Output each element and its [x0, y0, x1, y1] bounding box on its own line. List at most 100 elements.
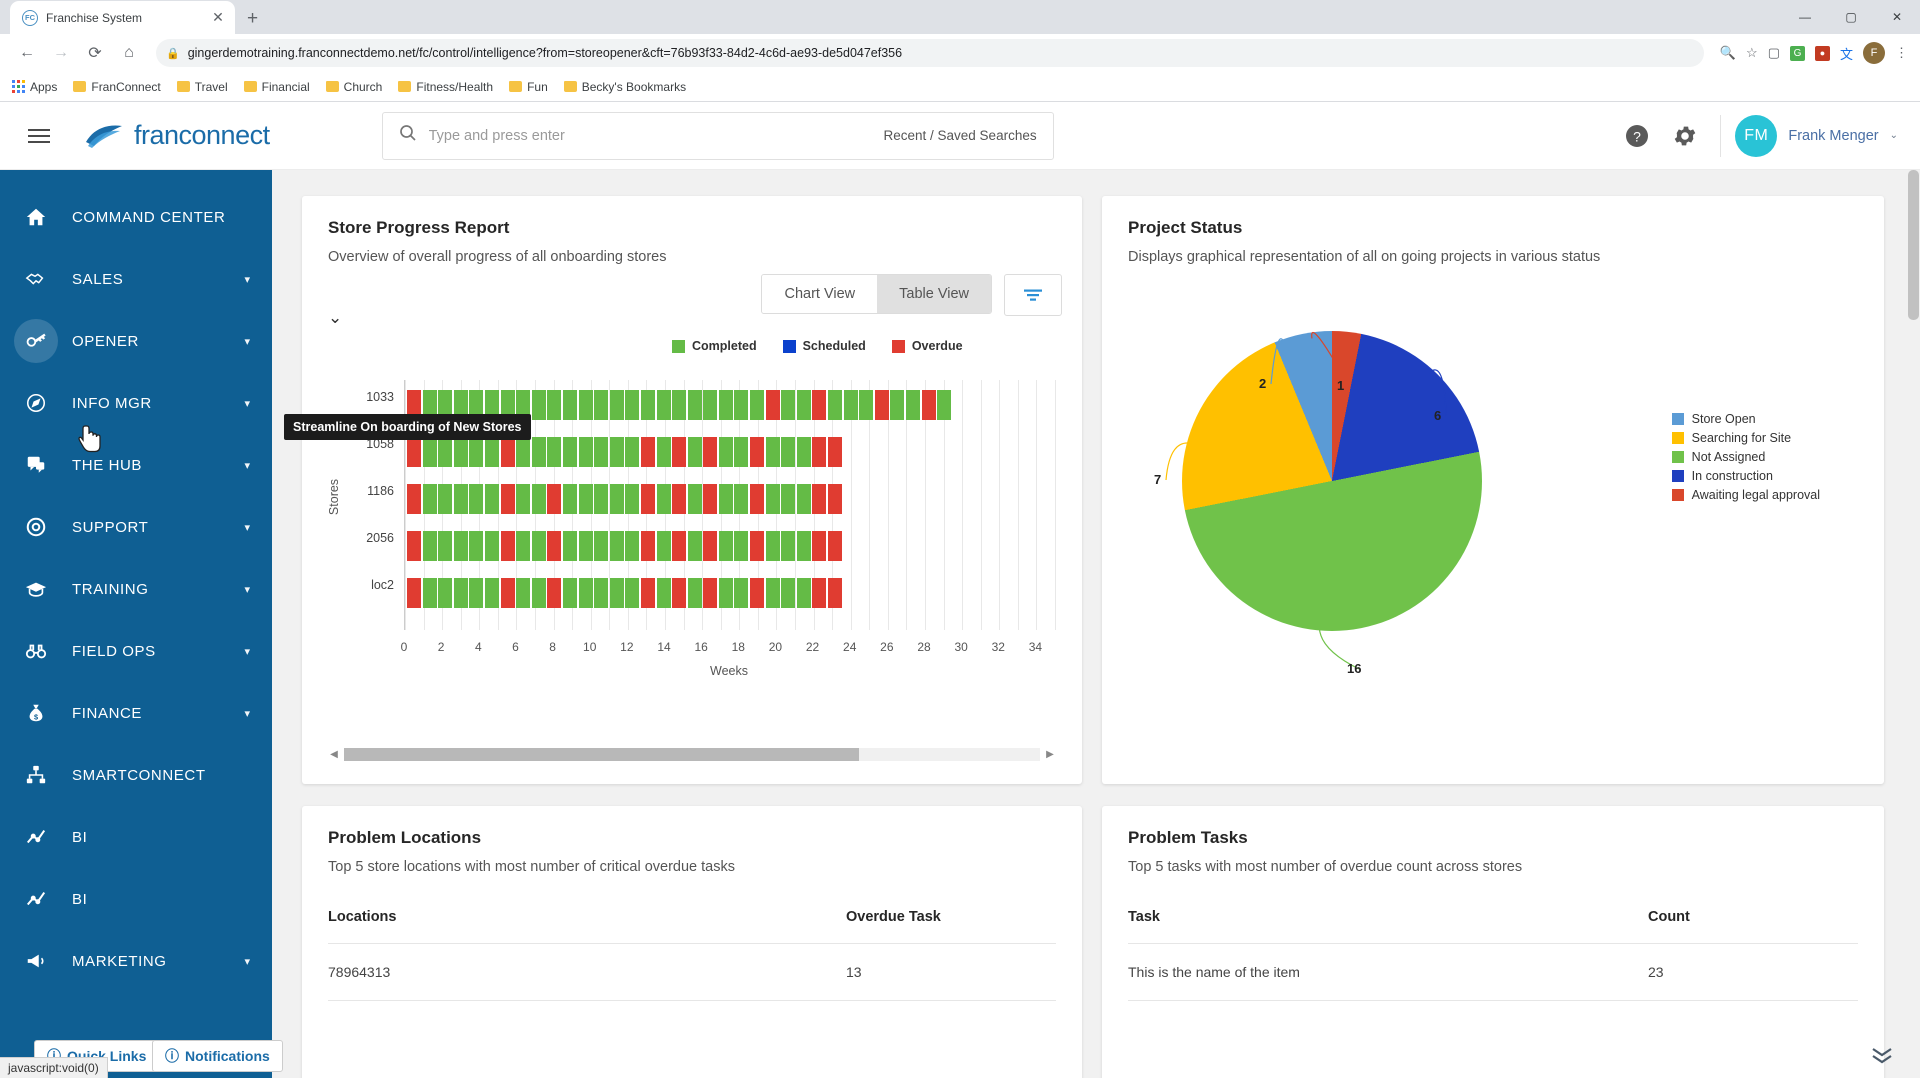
gantt-cell-completed[interactable]: [547, 437, 561, 467]
gantt-cell-completed[interactable]: [532, 531, 546, 561]
gantt-cell-overdue[interactable]: [672, 531, 686, 561]
scrollbar-thumb[interactable]: [344, 748, 859, 761]
gantt-cell-completed[interactable]: [719, 390, 733, 420]
sidebar-item-info-mgr[interactable]: INFO MGR▾: [0, 372, 272, 434]
gantt-cell-overdue[interactable]: [672, 484, 686, 514]
sidebar-item-field-ops[interactable]: FIELD OPS▾: [0, 620, 272, 682]
legend-item-completed[interactable]: Completed: [672, 339, 757, 353]
gantt-cell-completed[interactable]: [890, 390, 904, 420]
gantt-cell-completed[interactable]: [781, 484, 795, 514]
gantt-cell-completed[interactable]: [594, 578, 608, 608]
gantt-cell-overdue[interactable]: [703, 531, 717, 561]
zoom-icon[interactable]: 🔍: [1720, 45, 1736, 61]
chevron-down-icon[interactable]: ▾: [244, 707, 250, 720]
gantt-cell-completed[interactable]: [797, 437, 811, 467]
gantt-cell-completed[interactable]: [766, 531, 780, 561]
help-icon[interactable]: ?: [1624, 123, 1650, 149]
gantt-cell-overdue[interactable]: [641, 437, 655, 467]
gantt-cell-completed[interactable]: [563, 578, 577, 608]
gantt-cell-completed[interactable]: [781, 531, 795, 561]
gantt-cell-completed[interactable]: [719, 578, 733, 608]
gantt-cell-completed[interactable]: [625, 437, 639, 467]
table-row[interactable]: 78964313 13: [328, 944, 1056, 1001]
gantt-cell-completed[interactable]: [469, 484, 483, 514]
gantt-cell-completed[interactable]: [532, 484, 546, 514]
gantt-cell-completed[interactable]: [469, 578, 483, 608]
chevron-down-icon[interactable]: ▾: [244, 955, 250, 968]
gantt-cell-overdue[interactable]: [641, 484, 655, 514]
gantt-row[interactable]: [407, 531, 842, 561]
translate-icon[interactable]: 文: [1840, 44, 1853, 63]
gantt-cell-completed[interactable]: [719, 531, 733, 561]
gantt-cell-overdue[interactable]: [812, 390, 826, 420]
gantt-cell-completed[interactable]: [516, 531, 530, 561]
gantt-row[interactable]: [407, 578, 842, 608]
gantt-cell-completed[interactable]: [610, 437, 624, 467]
browser-menu-icon[interactable]: ⋮: [1895, 45, 1908, 61]
gantt-cell-completed[interactable]: [688, 484, 702, 514]
gantt-cell-completed[interactable]: [766, 437, 780, 467]
brand-logo[interactable]: franconnect: [82, 120, 270, 152]
gantt-cell-completed[interactable]: [454, 484, 468, 514]
gantt-cell-completed[interactable]: [423, 531, 437, 561]
sidebar-item-training[interactable]: TRAINING▾: [0, 558, 272, 620]
recent-saved-searches-link[interactable]: Recent / Saved Searches: [884, 128, 1037, 143]
gantt-cell-overdue[interactable]: [703, 484, 717, 514]
gantt-cell-completed[interactable]: [781, 578, 795, 608]
bookmark-beckys-bookmarks[interactable]: Becky's Bookmarks: [564, 80, 686, 94]
gantt-cell-overdue[interactable]: [641, 531, 655, 561]
gantt-cell-overdue[interactable]: [828, 437, 842, 467]
gantt-cell-completed[interactable]: [610, 484, 624, 514]
gantt-cell-completed[interactable]: [547, 390, 561, 420]
bookmark-franconnect[interactable]: FranConnect: [73, 80, 160, 94]
bookmark-fitness-health[interactable]: Fitness/Health: [398, 80, 493, 94]
gear-icon[interactable]: [1672, 123, 1698, 149]
gantt-cell-overdue[interactable]: [812, 437, 826, 467]
pie-chart[interactable]: [1182, 331, 1482, 631]
chart-horizontal-scrollbar[interactable]: ◀ ▶: [328, 746, 1056, 762]
scrollbar-track[interactable]: [344, 748, 1040, 761]
gantt-cell-completed[interactable]: [859, 390, 873, 420]
gantt-cell-completed[interactable]: [454, 531, 468, 561]
gantt-cell-completed[interactable]: [438, 437, 452, 467]
gantt-cell-completed[interactable]: [610, 578, 624, 608]
filter-button[interactable]: [1004, 274, 1062, 316]
pie-legend-item-searching-for-site[interactable]: Searching for Site: [1672, 431, 1820, 445]
gantt-cell-completed[interactable]: [532, 390, 546, 420]
gantt-cell-completed[interactable]: [438, 578, 452, 608]
gantt-cell-completed[interactable]: [563, 437, 577, 467]
search-input[interactable]: [429, 128, 872, 144]
gantt-cell-completed[interactable]: [469, 531, 483, 561]
gantt-cell-completed[interactable]: [734, 484, 748, 514]
gantt-cell-completed[interactable]: [579, 390, 593, 420]
gantt-cell-completed[interactable]: [781, 437, 795, 467]
gantt-cell-completed[interactable]: [625, 390, 639, 420]
chevron-down-icon[interactable]: ▾: [244, 335, 250, 348]
gantt-cell-completed[interactable]: [906, 390, 920, 420]
page-scrollbar[interactable]: [1905, 170, 1920, 1078]
gantt-cell-completed[interactable]: [688, 437, 702, 467]
home-icon[interactable]: ⌂: [114, 38, 144, 68]
grammarly-icon[interactable]: G: [1790, 46, 1805, 61]
sidebar-item-sales[interactable]: SALES▾: [0, 248, 272, 310]
gantt-cell-overdue[interactable]: [672, 437, 686, 467]
gantt-cell-completed[interactable]: [563, 484, 577, 514]
gantt-cell-completed[interactable]: [719, 437, 733, 467]
gantt-row[interactable]: [407, 437, 842, 467]
bookmark-travel[interactable]: Travel: [177, 80, 228, 94]
gantt-cell-completed[interactable]: [657, 531, 671, 561]
gantt-row[interactable]: [407, 484, 842, 514]
gantt-cell-completed[interactable]: [594, 437, 608, 467]
gantt-cell-completed[interactable]: [797, 578, 811, 608]
gantt-cell-overdue[interactable]: [812, 578, 826, 608]
star-icon[interactable]: ☆: [1746, 45, 1758, 61]
gantt-cell-completed[interactable]: [734, 390, 748, 420]
gantt-cell-completed[interactable]: [797, 390, 811, 420]
gantt-cell-overdue[interactable]: [501, 531, 515, 561]
gantt-cell-completed[interactable]: [485, 531, 499, 561]
gantt-cell-completed[interactable]: [734, 578, 748, 608]
minimize-icon[interactable]: —: [1782, 0, 1828, 34]
bookmark-church[interactable]: Church: [326, 80, 383, 94]
chevron-down-icon[interactable]: ▾: [244, 397, 250, 410]
sidebar-item-support[interactable]: SUPPORT▾: [0, 496, 272, 558]
